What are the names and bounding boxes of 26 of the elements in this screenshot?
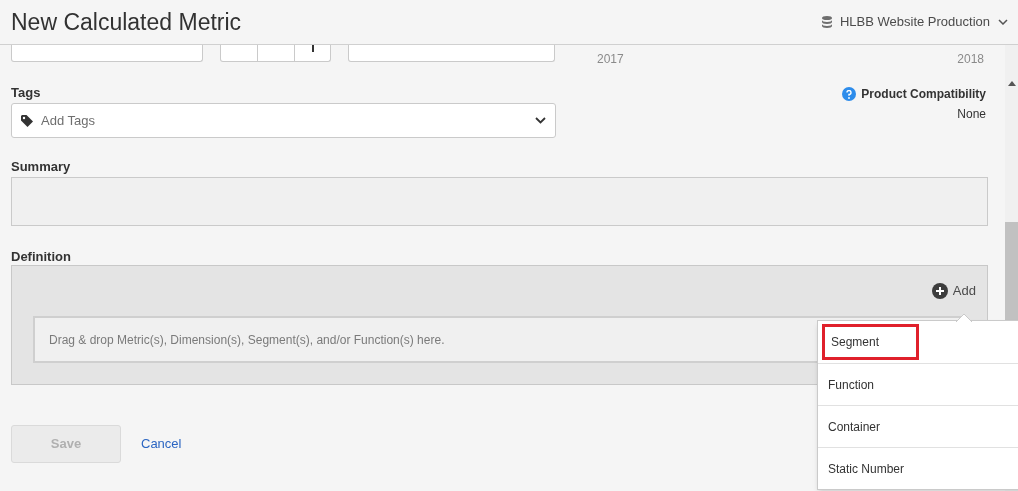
report-suite-selector[interactable]: HLBB Website Production xyxy=(821,12,1008,32)
start-year: 2017 xyxy=(597,51,624,68)
tags-field[interactable]: Add Tags xyxy=(11,103,556,138)
page-title: New Calculated Metric xyxy=(11,7,242,37)
plus-circle-icon xyxy=(931,283,948,299)
cancel-link[interactable]: Cancel xyxy=(141,434,182,454)
tag-icon xyxy=(21,114,33,127)
tags-label: Tags xyxy=(11,84,42,102)
chevron-down-icon xyxy=(998,19,1008,25)
database-icon xyxy=(821,16,832,28)
menu-item[interactable]: Segment xyxy=(822,324,919,360)
definition-label: Definition xyxy=(11,248,72,265)
drop-hint: Drag & drop Metric(s), Dimension(s), Segment(s), and/or Function(s) here. xyxy=(49,331,445,349)
summary-field[interactable] xyxy=(11,177,988,226)
menu-item[interactable]: Container xyxy=(822,408,887,445)
summary-label: Summary xyxy=(11,158,72,176)
compatibility-label: Product Compatibility xyxy=(861,86,986,103)
help-icon[interactable] xyxy=(842,87,857,101)
menu-item[interactable]: Static Number xyxy=(822,450,911,487)
add-button[interactable]: Add xyxy=(931,282,976,300)
compatibility-value: None xyxy=(957,106,986,123)
end-year: 2018 xyxy=(957,51,984,68)
scroll-up-icon[interactable] xyxy=(1007,81,1016,86)
menu-item[interactable]: Function xyxy=(822,366,881,403)
chevron-down-icon xyxy=(535,117,546,124)
tags-input[interactable]: Add Tags xyxy=(41,110,527,131)
